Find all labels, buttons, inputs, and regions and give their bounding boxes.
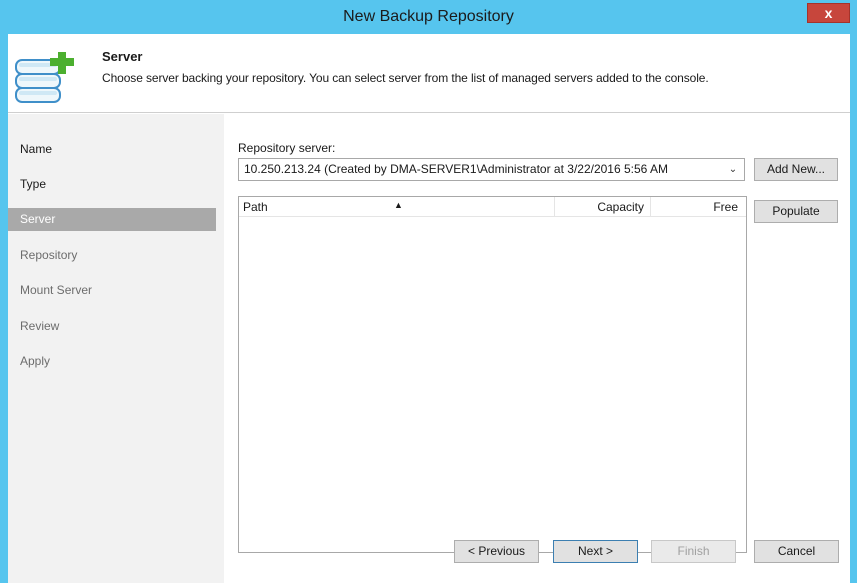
chevron-down-icon[interactable]: ⌄ [726, 159, 740, 180]
title-bar[interactable]: New Backup Repository x [0, 0, 857, 34]
wizard-header: Server Choose server backing your reposi… [8, 34, 850, 113]
step-server[interactable]: Server [8, 208, 216, 231]
header-title: Server [102, 49, 143, 64]
wizard-client-area: Server Choose server backing your reposi… [8, 34, 850, 583]
finish-button: Finish [651, 540, 736, 563]
repository-server-select[interactable]: 10.250.213.24 (Created by DMA-SERVER1\Ad… [238, 158, 745, 181]
path-list[interactable]: Path ▲ Capacity Free [238, 196, 747, 553]
step-name[interactable]: Name [8, 138, 216, 161]
sort-ascending-icon: ▲ [394, 200, 403, 210]
previous-button[interactable]: < Previous [454, 540, 539, 563]
populate-button[interactable]: Populate [754, 200, 838, 223]
step-mount-server: Mount Server [20, 283, 93, 297]
window-title: New Backup Repository [343, 8, 514, 25]
step-type[interactable]: Type [8, 173, 216, 196]
close-button[interactable]: x [807, 3, 850, 23]
repository-server-value: 10.250.213.24 (Created by DMA-SERVER1\Ad… [244, 162, 669, 176]
column-header-free[interactable]: Free [651, 197, 742, 217]
wizard-steps-sidebar: Name Type Server Repository Mount Server… [8, 114, 224, 583]
header-description: Choose server backing your repository. Y… [102, 71, 709, 85]
wizard-window: New Backup Repository x Server Choose se… [0, 0, 857, 583]
cancel-button[interactable]: Cancel [754, 540, 839, 563]
column-header-capacity[interactable]: Capacity [555, 197, 651, 217]
repository-server-label: Repository server: [238, 141, 336, 155]
step-repository: Repository [20, 248, 78, 262]
database-add-icon [15, 52, 74, 103]
step-apply: Apply [20, 354, 51, 368]
path-list-header: Path ▲ Capacity Free [239, 197, 746, 217]
next-button[interactable]: Next > [553, 540, 638, 563]
add-new-button[interactable]: Add New... [754, 158, 838, 181]
step-review: Review [20, 319, 60, 333]
column-header-path[interactable]: Path ▲ [239, 197, 555, 217]
